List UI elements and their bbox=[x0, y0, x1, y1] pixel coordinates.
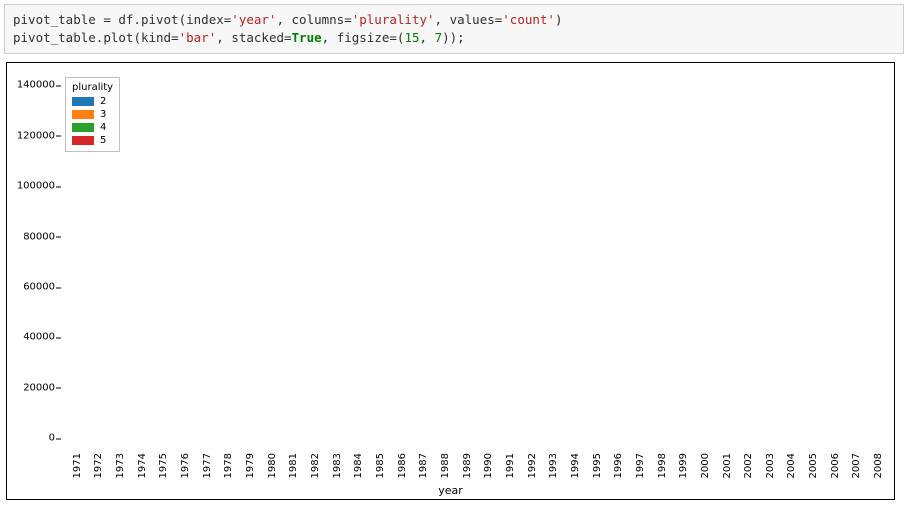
legend-row: 3 bbox=[72, 108, 113, 121]
chart-frame: 020000400006000080000100000120000140000 … bbox=[6, 62, 895, 500]
legend: plurality 2345 bbox=[65, 77, 120, 152]
legend-label: 4 bbox=[100, 121, 106, 134]
x-tick: 2007 bbox=[851, 449, 862, 478]
legend-label: 3 bbox=[100, 108, 106, 121]
x-tick: 2002 bbox=[743, 449, 754, 478]
x-tick: 1973 bbox=[115, 449, 126, 478]
x-tick: 2008 bbox=[873, 449, 884, 478]
x-tick: 1972 bbox=[93, 449, 104, 478]
bars-container: 1971197219731974197519761977197819791980… bbox=[59, 71, 886, 449]
x-tick: 1998 bbox=[657, 449, 668, 478]
x-tick: 1999 bbox=[678, 449, 689, 478]
y-tick: 60000 bbox=[7, 282, 55, 293]
plot-area: 020000400006000080000100000120000140000 … bbox=[59, 71, 886, 449]
legend-swatch bbox=[72, 110, 94, 119]
x-tick: 1984 bbox=[353, 449, 364, 478]
x-tick: 1975 bbox=[158, 449, 169, 478]
x-tick: 1991 bbox=[505, 449, 516, 478]
x-tick: 1992 bbox=[527, 449, 538, 478]
x-tick: 1976 bbox=[180, 449, 191, 478]
x-tick: 1986 bbox=[397, 449, 408, 478]
x-tick: 1985 bbox=[375, 449, 386, 478]
y-tick: 0 bbox=[7, 433, 55, 444]
legend-swatch bbox=[72, 123, 94, 132]
x-tick: 1987 bbox=[418, 449, 429, 478]
legend-row: 2 bbox=[72, 95, 113, 108]
chart-output: 020000400006000080000100000120000140000 … bbox=[6, 62, 902, 500]
x-tick: 2005 bbox=[808, 449, 819, 478]
x-tick: 1981 bbox=[288, 449, 299, 478]
x-tick: 1979 bbox=[245, 449, 256, 478]
x-tick: 1994 bbox=[570, 449, 581, 478]
legend-swatch bbox=[72, 136, 94, 145]
x-tick: 2001 bbox=[722, 449, 733, 478]
x-tick: 1971 bbox=[72, 449, 83, 478]
legend-label: 2 bbox=[100, 95, 106, 108]
legend-row: 5 bbox=[72, 134, 113, 147]
x-tick: 2003 bbox=[765, 449, 776, 478]
x-tick: 1989 bbox=[462, 449, 473, 478]
x-tick: 2004 bbox=[786, 449, 797, 478]
legend-label: 5 bbox=[100, 134, 106, 147]
x-tick: 2006 bbox=[830, 449, 841, 478]
y-tick: 140000 bbox=[7, 80, 55, 91]
x-tick: 1988 bbox=[440, 449, 451, 478]
y-tick: 100000 bbox=[7, 181, 55, 192]
x-tick: 1993 bbox=[548, 449, 559, 478]
y-tick: 120000 bbox=[7, 130, 55, 141]
x-tick: 1996 bbox=[613, 449, 624, 478]
x-tick: 1980 bbox=[267, 449, 278, 478]
x-tick: 2000 bbox=[700, 449, 711, 478]
x-tick: 1995 bbox=[592, 449, 603, 478]
legend-row: 4 bbox=[72, 121, 113, 134]
x-tick: 1983 bbox=[332, 449, 343, 478]
x-tick: 1978 bbox=[223, 449, 234, 478]
x-axis-label: year bbox=[7, 484, 894, 497]
x-tick: 1997 bbox=[635, 449, 646, 478]
x-tick: 1974 bbox=[137, 449, 148, 478]
x-tick: 1990 bbox=[483, 449, 494, 478]
y-tick: 20000 bbox=[7, 382, 55, 393]
y-tick: 80000 bbox=[7, 231, 55, 242]
code-cell[interactable]: pivot_table = df.pivot(index='year', col… bbox=[4, 4, 904, 54]
y-tick: 40000 bbox=[7, 332, 55, 343]
x-tick: 1977 bbox=[202, 449, 213, 478]
legend-title: plurality bbox=[72, 82, 113, 93]
x-tick: 1982 bbox=[310, 449, 321, 478]
legend-swatch bbox=[72, 97, 94, 106]
